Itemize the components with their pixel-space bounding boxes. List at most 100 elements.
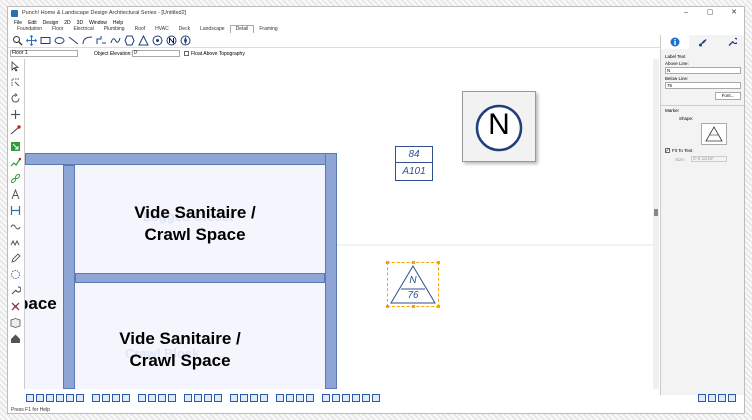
view-toggle-4[interactable] [728,394,736,402]
detail-callout-box[interactable]: 84 A101 [395,146,433,181]
float-above-topography-checkbox[interactable]: Float Above Topography [184,51,245,57]
tab-foundation[interactable]: Foundation [12,26,47,33]
align-middle-button[interactable] [66,394,74,402]
menu-window[interactable]: Window [89,20,107,26]
view-toggle-2[interactable] [708,394,716,402]
selection-handle[interactable] [437,305,440,308]
align-right-button[interactable] [46,394,54,402]
selection-handle[interactable] [386,305,389,308]
spin-tool-button[interactable] [9,268,22,281]
show-button[interactable] [214,394,222,402]
menu-edit[interactable]: Edit [28,20,37,26]
room-label-bottom[interactable]: Vide Sanitaire / Crawl Space [100,328,260,372]
size-input[interactable]: 2'-0 11/16" [691,156,728,162]
lock-button[interactable] [184,394,192,402]
flip-h-button[interactable] [112,394,120,402]
vertical-scrollbar[interactable] [653,59,659,389]
cut-button[interactable] [276,394,284,402]
snap-button[interactable] [230,394,238,402]
tab-framing[interactable]: Framing [254,26,282,33]
add-point-tool-button[interactable] [9,108,22,121]
flip-v-button[interactable] [122,394,130,402]
align-center-button[interactable] [36,394,44,402]
menu-design[interactable]: Design [43,20,59,26]
paste-button[interactable] [296,394,304,402]
below-line-input[interactable]: 76 [665,82,741,89]
north-arrow-preview[interactable]: N [462,91,536,162]
maximize-button[interactable]: ▢ [698,7,722,19]
chain-tool-button[interactable] [9,172,22,185]
align-bottom-button[interactable] [76,394,84,402]
polygon-tool-button[interactable] [123,35,135,46]
triangle-tool-button[interactable] [137,35,149,46]
tab-tools[interactable] [718,35,744,49]
green-resize-tool-button[interactable] [9,140,22,153]
wall-top[interactable] [25,153,337,165]
copy-button[interactable] [286,394,294,402]
text-tool-button[interactable] [9,188,22,201]
layer-button[interactable] [260,394,268,402]
wall-left[interactable] [63,165,75,389]
tab-landscape[interactable]: Landscape [195,26,229,33]
refresh-button[interactable] [362,394,370,402]
align-top-button[interactable] [56,394,64,402]
select-tool-button[interactable] [9,60,22,73]
zoom-tool-button[interactable] [11,35,23,46]
polyline-tool-button[interactable] [95,35,107,46]
break-line-tool-button[interactable] [9,156,22,169]
fit-to-text-checkbox[interactable]: ✓ Fit To Text [665,148,742,153]
tab-deck[interactable]: Deck [174,26,195,33]
tools-button[interactable] [9,284,22,297]
pan-tool-button[interactable] [25,35,37,46]
room-label-left-partial[interactable]: pace [25,293,57,315]
wall-middle[interactable] [75,273,325,283]
send-back-button[interactable] [168,394,176,402]
house-tool-button[interactable] [9,332,22,345]
view-toggle-1[interactable] [698,394,706,402]
menu-help[interactable]: Help [113,20,123,26]
wall-right[interactable] [325,153,337,389]
view-toggle-3[interactable] [718,394,726,402]
selected-triangle-marker[interactable]: N 76 [386,261,440,308]
font-button[interactable]: Font... [715,92,741,100]
scroll-thumb[interactable] [654,209,658,216]
ungroup-button[interactable] [148,394,156,402]
selection-handle[interactable] [386,261,389,264]
selection-handle[interactable] [437,261,440,264]
tab-paint[interactable] [689,35,717,49]
delete-button[interactable] [306,394,314,402]
tab-hvac[interactable]: HVAC [150,26,174,33]
group-button[interactable] [138,394,146,402]
symbol-tool-button[interactable] [9,300,22,313]
floor-select[interactable]: Floor 1 [10,50,78,57]
above-line-input[interactable]: N [665,67,741,74]
arc-tool-button[interactable] [81,35,93,46]
minimize-button[interactable]: – [674,7,698,19]
hatch-tool-button[interactable] [9,252,22,265]
north-arrow-tool-button[interactable] [165,35,177,46]
measure-tool-button[interactable] [9,204,22,217]
tab-info[interactable] [661,35,690,49]
tab-floor[interactable]: Floor [47,26,68,33]
properties-button[interactable] [342,394,350,402]
align-left-button[interactable] [26,394,34,402]
target-tool-button[interactable] [151,35,163,46]
redo-button[interactable] [332,394,340,402]
menu-3d[interactable]: 3D [77,20,83,26]
line-tool-button[interactable] [67,35,79,46]
rectangle-tool-button[interactable] [39,35,51,46]
selection-handle[interactable] [412,305,415,308]
room-label-top[interactable]: Vide Sanitaire / Crawl Space [115,202,275,246]
tab-roof[interactable]: Roof [130,26,151,33]
drawing-canvas[interactable]: Logged Closet Crawl Block Vide Sanitaire… [24,59,658,389]
zigzag-tool-button[interactable] [9,236,22,249]
library-tool-button[interactable] [9,316,22,329]
close-button[interactable]: ✕ [722,7,744,19]
freehand-tool-button[interactable] [9,220,22,233]
menu-2d[interactable]: 2D [64,20,70,26]
ortho-button[interactable] [250,394,258,402]
lasso-tool-button[interactable] [9,76,22,89]
undo-button[interactable] [322,394,330,402]
tab-plumbing[interactable]: Plumbing [99,26,130,33]
bring-front-button[interactable] [158,394,166,402]
